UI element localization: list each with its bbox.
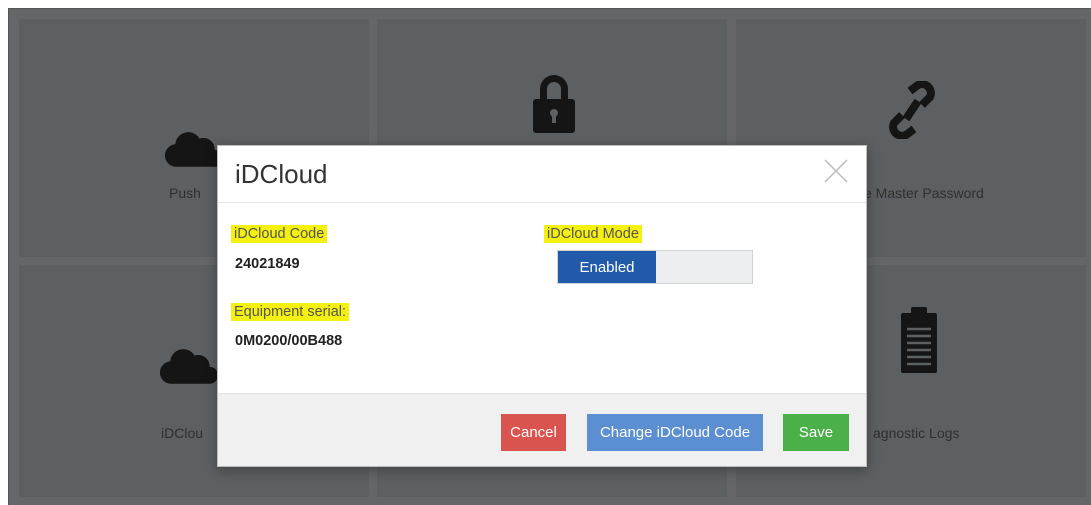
change-idcloud-code-button[interactable]: Change iDCloud Code: [587, 414, 763, 451]
cloud-icon: [164, 108, 224, 168]
idcloud-mode-toggle[interactable]: Enabled: [557, 250, 753, 284]
idcloud-dialog: iDCloud iDCloud Code 24021849 Equipment …: [217, 145, 867, 467]
lock-icon: [524, 75, 584, 135]
dialog-footer: Cancel Change iDCloud Code Save: [218, 393, 866, 466]
cloud-icon: [159, 325, 219, 385]
equipment-serial-value: 0M0200/00B488: [235, 333, 343, 349]
idcloud-code-label: iDCloud Code: [231, 225, 328, 243]
idcloud-mode-label: iDCloud Mode: [544, 225, 642, 243]
dialog-title: iDCloud: [235, 159, 328, 189]
tile-label-master-password: e Master Password: [864, 185, 984, 201]
link-icon: [882, 79, 942, 139]
tile-label-push: Push: [169, 185, 201, 201]
equipment-serial-label: Equipment serial:: [231, 303, 350, 321]
idcloud-code-value: 24021849: [235, 256, 300, 272]
dialog-header: iDCloud: [218, 146, 866, 203]
cancel-button[interactable]: Cancel: [501, 414, 566, 451]
tile-label-diagnostic-logs: agnostic Logs: [873, 425, 960, 441]
close-icon[interactable]: [822, 157, 850, 185]
save-button[interactable]: Save: [783, 414, 849, 451]
clipboard-icon: [889, 307, 949, 373]
tile-label-idcloud: iDClou: [161, 425, 204, 441]
toggle-enabled-label: Enabled: [558, 251, 656, 283]
